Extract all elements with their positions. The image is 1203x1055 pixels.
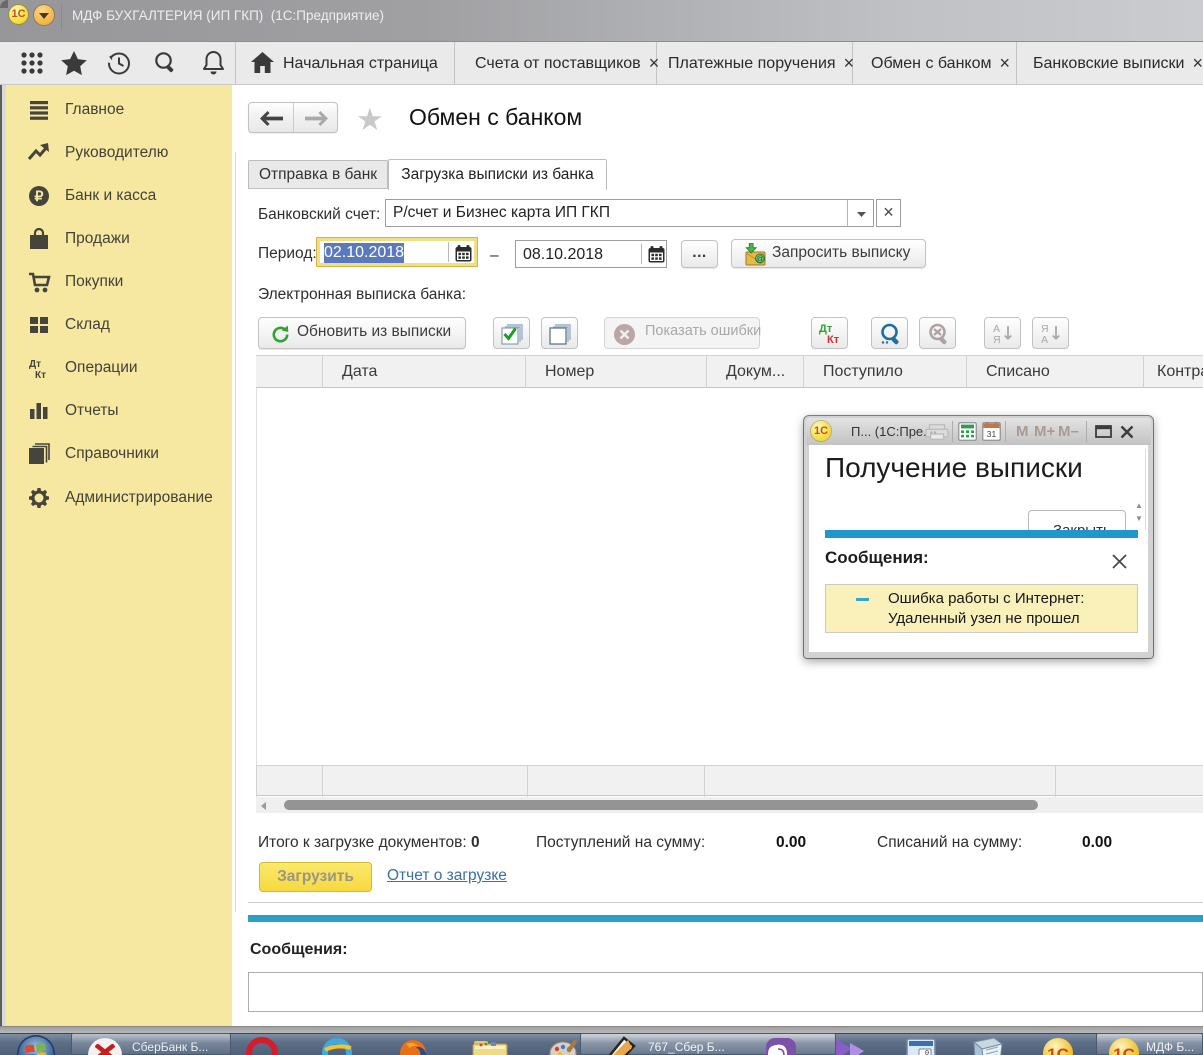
svg-text:Я: Я bbox=[993, 334, 1001, 346]
svg-text:А: А bbox=[1041, 334, 1048, 346]
svg-text:1С: 1С bbox=[1113, 1045, 1135, 1055]
svg-text:@: @ bbox=[756, 255, 764, 264]
svg-text:₽: ₽ bbox=[35, 188, 44, 204]
svg-text:Кт: Кт bbox=[827, 334, 840, 346]
svg-text:0: 0 bbox=[925, 1050, 929, 1055]
svg-text:Кт: Кт bbox=[35, 370, 46, 380]
svg-text:Дт: Дт bbox=[29, 359, 41, 370]
svg-text:1С: 1С bbox=[1047, 1045, 1069, 1055]
svg-text:31: 31 bbox=[987, 429, 997, 439]
